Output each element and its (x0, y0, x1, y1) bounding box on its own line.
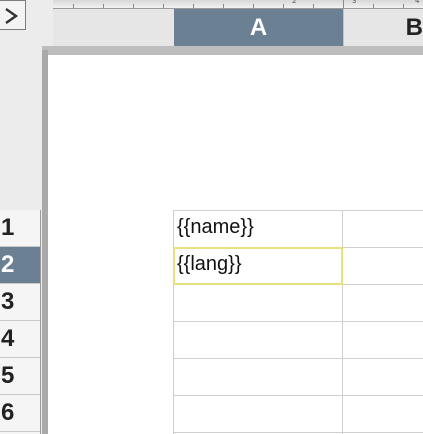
row-header-2[interactable]: 2 (0, 247, 40, 284)
active-cell-highlight (173, 247, 343, 285)
row-header-5[interactable]: 5 (0, 358, 40, 395)
chevron-right-icon (5, 8, 19, 24)
column-header-b[interactable]: B (343, 9, 423, 46)
cell-a1[interactable]: {{name}} (177, 216, 254, 239)
sidebar-toggle-button[interactable] (0, 0, 26, 30)
row-header-3[interactable]: 3 (0, 284, 40, 321)
ruler-mark: 3 (352, 0, 357, 5)
ruler-mark: 4 (415, 0, 420, 5)
ruler-mark: 2 (292, 0, 297, 5)
column-header-a[interactable]: A (174, 9, 343, 46)
row-header-column: 1 2 3 4 5 6 (0, 210, 41, 434)
column-header-bar: A B (53, 9, 423, 47)
row-header-1[interactable]: 1 (0, 210, 40, 247)
row-header-6[interactable]: 6 (0, 395, 40, 432)
horizontal-ruler: 2 3 4 (53, 0, 423, 9)
row-header-4[interactable]: 4 (0, 321, 40, 358)
sheet-page: {{name}} {{lang}} (48, 55, 423, 434)
